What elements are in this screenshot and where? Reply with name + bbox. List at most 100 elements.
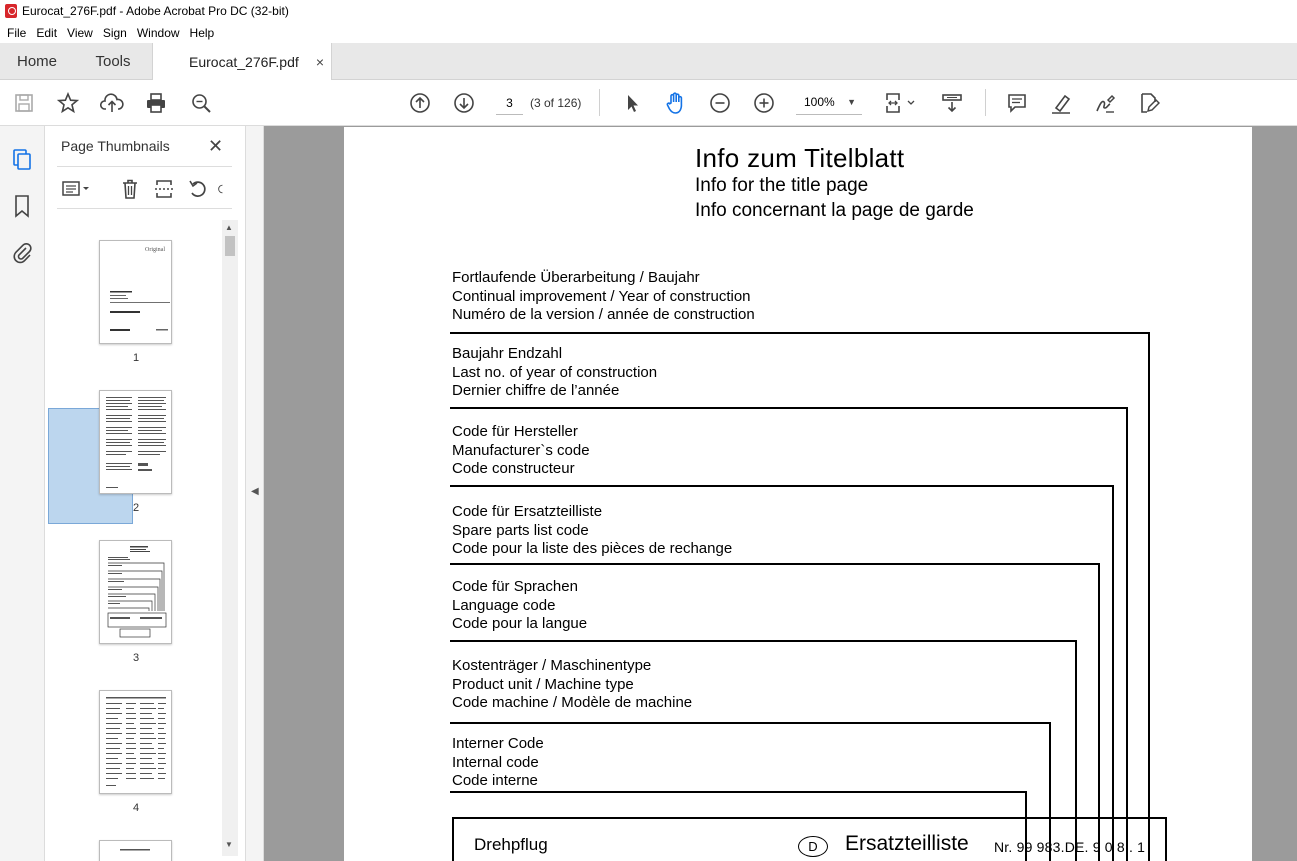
zoom-in-icon[interactable] [752,91,776,115]
panel-toolbar [57,174,237,204]
menu-view[interactable]: View [67,26,93,40]
page-down-icon[interactable] [452,91,476,115]
leader-line [450,791,1027,793]
group-text-en: Manufacturer`s code [452,441,590,459]
menu-window[interactable]: Window [137,26,180,40]
thumbnail-page-1[interactable]: Original [99,240,172,344]
zoom-dropdown[interactable]: 100% ▼ [796,90,862,115]
close-panel-icon[interactable]: ✕ [208,136,223,157]
bookmark-star-icon[interactable] [56,91,80,115]
panel-title: Page Thumbnails [61,138,170,154]
panel-collapse-strip[interactable]: ◀ [246,126,264,861]
print-icon[interactable] [144,91,168,115]
toolbar-separator [599,89,600,116]
page-display-icon[interactable] [884,91,918,115]
find-icon[interactable] [189,91,213,115]
tab-home[interactable]: Home [0,43,74,80]
document-viewport[interactable]: Info zum Titelblatt Info for the title p… [264,126,1297,861]
code-group-revision: Fortlaufende Überarbeitung / Baujahr Con… [452,269,755,325]
group-text-de: Fortlaufende Überarbeitung / Baujahr [452,269,700,286]
thumbnail-page-4[interactable] [99,690,172,794]
hand-icon[interactable] [664,91,688,115]
zoom-out-icon[interactable] [708,91,732,115]
save-icon[interactable] [12,91,36,115]
comment-icon[interactable] [1005,91,1029,115]
group-text-de: Interner Code [452,735,544,752]
leader-line [1126,407,1128,861]
close-tab-icon[interactable]: × [316,54,324,70]
code-group-spare-parts: Code für Ersatzteilliste Spare parts lis… [452,503,732,559]
thumbnail-page-3[interactable] [99,540,172,644]
edit-pdf-icon[interactable] [1137,91,1161,115]
tab-tools[interactable]: Tools [74,43,152,80]
leader-line [450,332,1150,334]
page-number-input[interactable]: 3 [496,91,523,115]
thumbnail-options-icon[interactable] [61,178,91,200]
select-arrow-icon[interactable] [620,91,644,115]
leader-line [1112,485,1114,861]
menu-file[interactable]: File [7,26,26,40]
attachments-icon[interactable] [10,240,34,264]
group-text-en: Spare parts list code [452,521,589,539]
thumbnail-label: 3 [132,652,140,664]
thumbnail-page-2[interactable] [99,390,172,494]
bookmarks-icon[interactable] [10,194,34,218]
scroll-up-icon[interactable]: ▲ [225,223,233,232]
menu-sign[interactable]: Sign [103,26,127,40]
machine-name: Drehpflug [474,835,548,854]
group-text-fr: Dernier chiffre de l’année [452,382,620,399]
extract-page-icon[interactable] [153,178,175,200]
page-thumbnails-icon[interactable] [10,148,34,172]
acrobat-icon [5,4,17,18]
group-text-fr: Code constructeur [452,460,575,477]
group-text-de: Code für Sprachen [452,578,578,595]
spare-parts-number: Nr. 99 983.DE. 9 0 8 . 1 [994,839,1146,855]
delete-page-icon[interactable] [119,178,141,200]
group-text-de: Kostenträger / Maschinentype [452,657,652,674]
pdf-page: Info zum Titelblatt Info for the title p… [344,127,1252,861]
page-count-label: (3 of 126) [530,96,582,110]
tab-document-label: Eurocat_276F.pdf [189,54,299,70]
group-text-en: Continual improvement / Year of construc… [452,287,751,305]
group-text-fr: Code pour la langue [452,615,588,632]
tab-bar: Home Tools Eurocat_276F.pdf × [0,43,1297,81]
group-text-fr: Code interne [452,772,538,789]
group-text-en: Language code [452,596,556,614]
doc-subtitle-fr: Info concernant la page de garde [695,200,974,221]
leader-line [450,722,1051,724]
menu-bar: File Edit View Sign Window Help [0,22,1297,43]
leader-line [450,563,1100,565]
menu-help[interactable]: Help [190,26,215,40]
group-text-de: Code für Hersteller [452,423,578,440]
rotate-right-icon[interactable] [217,178,229,200]
group-text-en: Internal code [452,753,539,771]
upload-icon[interactable] [100,91,124,115]
title-bar: Eurocat_276F.pdf - Adobe Acrobat Pro DC … [0,0,1297,22]
thumbnail-label: 4 [132,802,140,814]
title-block: Drehpflug D Ersatzteilliste Nr. 99 983.D… [452,817,1167,861]
sign-icon[interactable] [1093,91,1117,115]
menu-edit[interactable]: Edit [36,26,57,40]
thumbnail-label: 2 [132,502,140,514]
scroll-thumb[interactable] [225,236,235,256]
rotate-left-icon[interactable] [187,178,209,200]
page-up-icon[interactable] [408,91,432,115]
group-text-fr: Code pour la liste des pièces de rechang… [452,540,733,557]
thumbnail-label: 1 [132,352,140,364]
scroll-down-icon[interactable]: ▼ [225,840,233,849]
collapse-panel-icon[interactable]: ◀ [251,486,259,497]
leader-line [450,407,1128,409]
leader-line [1148,332,1150,861]
list-title: Ersatzteilliste [845,832,969,855]
scroll-mode-icon[interactable] [940,91,964,115]
doc-subtitle-en: Info for the title page [695,175,869,196]
thumbnail-page-5[interactable] [99,840,172,861]
code-group-machine: Kostenträger / Maschinentype Product uni… [452,657,692,713]
leader-line [450,485,1114,487]
thumbnail-scrollbar[interactable]: ▲ ▼ [222,220,238,856]
highlight-icon[interactable] [1049,91,1073,115]
tab-document[interactable]: Eurocat_276F.pdf × [152,43,332,81]
leader-line [450,640,1077,642]
group-text-fr: Code machine / Modèle de machine [452,694,693,711]
group-text-en: Product unit / Machine type [452,675,634,693]
